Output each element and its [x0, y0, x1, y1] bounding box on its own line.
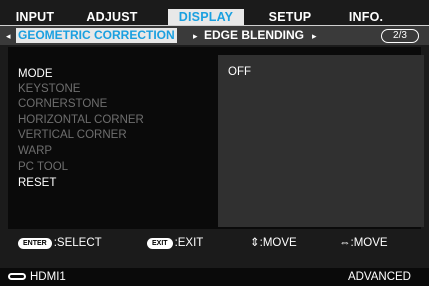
main-tab-bar: INPUT ADJUST DISPLAY SETUP INFO. [8, 9, 421, 25]
submenu-edge-blending[interactable]: EDGE BLENDING [204, 28, 304, 43]
exit-key-icon: EXIT [147, 238, 173, 249]
menu-item-warp: WARP [18, 145, 53, 157]
menu-item-horizontal-corner: HORIZONTAL CORNER [18, 114, 144, 126]
hint-exit-label: :EXIT [174, 237, 204, 249]
tab-display[interactable]: DISPLAY [168, 9, 244, 25]
submenu-left-arrow-icon[interactable]: ◂ [6, 29, 11, 43]
submenu-geometric-correction[interactable]: GEOMETRIC CORRECTION [16, 28, 177, 43]
tab-input[interactable]: INPUT [10, 9, 60, 25]
hint-exit: EXIT:EXIT [147, 236, 203, 250]
menu-item-vertical-corner: VERTICAL CORNER [18, 129, 127, 141]
menu-mode-label: ADVANCED [347, 271, 411, 283]
hint-select-label: :SELECT [53, 237, 102, 249]
menu-item-keystone: KEYSTONE [18, 83, 81, 95]
hint-move-vertical: ⇕:MOVE [250, 237, 297, 249]
submenu-right-arrow-icon[interactable]: ▸ [312, 29, 317, 43]
value-panel: OFF [218, 55, 424, 227]
menu-item-reset[interactable]: RESET [18, 176, 56, 190]
enter-key-icon: ENTER [18, 238, 52, 249]
tab-info[interactable]: INFO. [338, 9, 394, 25]
hint-move-horizontal: ⇔:MOVE [339, 237, 388, 249]
status-bar: HDMI1 ADVANCED [0, 268, 429, 286]
tab-adjust[interactable]: ADJUST [76, 9, 148, 25]
submenu-bar: ◂ GEOMETRIC CORRECTION ▸ EDGE BLENDING ▸… [0, 25, 429, 45]
submenu-separator-arrow-icon: ▸ [193, 31, 198, 41]
key-hints-bar: ENTER:SELECT EXIT:EXIT ⇕:MOVE ⇔:MOVE [0, 233, 429, 253]
menu-item-pc-tool: PC TOOL [18, 161, 69, 173]
mode-value[interactable]: OFF [228, 66, 251, 78]
menu-item-mode[interactable]: MODE [18, 67, 53, 81]
hint-select: ENTER:SELECT [18, 236, 102, 250]
menu-item-cornerstone: CORNERSTONE [18, 98, 108, 110]
input-source-label: HDMI1 [30, 271, 66, 283]
tab-setup[interactable]: SETUP [260, 9, 320, 25]
page-indicator: 2/3 [381, 29, 419, 43]
hdmi-connector-icon [8, 273, 26, 280]
